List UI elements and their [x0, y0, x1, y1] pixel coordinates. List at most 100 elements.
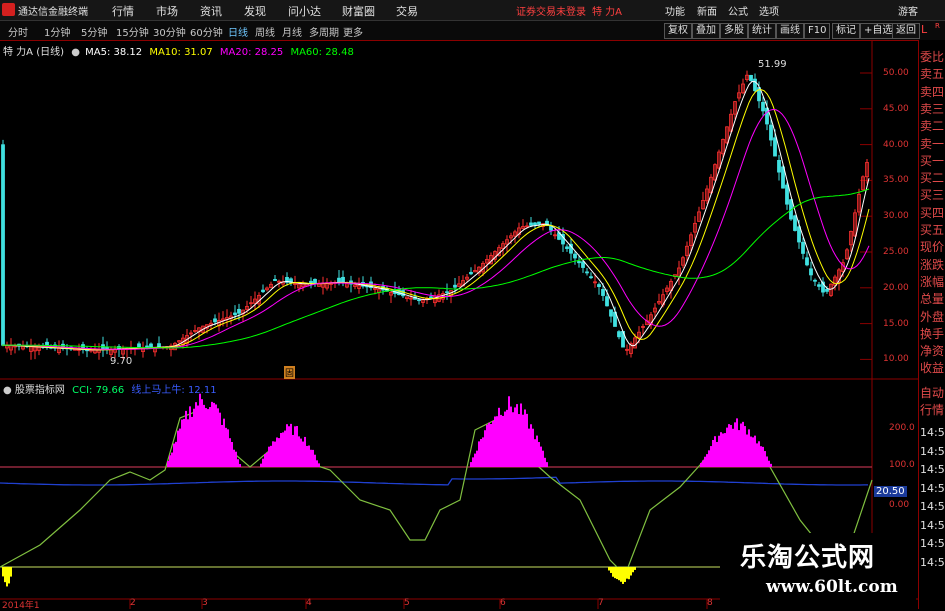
cci-high-bar: [492, 421, 494, 467]
cci-high-bar: [203, 404, 205, 467]
cci-high-bar: [524, 409, 526, 467]
multi-stock-button[interactable]: 多股: [720, 23, 748, 39]
period-tab-more[interactable]: 更多: [343, 24, 363, 39]
guest-label[interactable]: 游客: [898, 3, 918, 18]
cci-high-bar: [500, 414, 502, 467]
candle-body: [585, 271, 589, 274]
cci-high-bar: [758, 441, 760, 467]
cci-high-bar: [722, 433, 724, 467]
period-tab[interactable]: 周线: [255, 24, 275, 39]
sidebar-auto-label[interactable]: 自动: [920, 386, 944, 400]
cci-high-bar: [308, 445, 310, 467]
sidebar-label: 外盘: [920, 309, 945, 324]
kline-chart[interactable]: [0, 40, 918, 609]
cci-high-bar: [708, 450, 710, 467]
menu-item-market[interactable]: 市场: [156, 3, 178, 19]
sidebar-time: 14:56: [920, 555, 945, 569]
candle-body: [617, 331, 621, 338]
cci-high-bar: [510, 406, 512, 467]
back-button[interactable]: 返回: [892, 23, 920, 39]
period-tab[interactable]: 60分钟: [190, 24, 223, 39]
cci-high-bar: [474, 453, 476, 467]
cci-high-bar: [231, 442, 233, 467]
candle-body: [749, 74, 753, 81]
add-favorite-button[interactable]: +自选: [860, 23, 897, 39]
period-tab[interactable]: 30分钟: [153, 24, 186, 39]
f10-button[interactable]: F10: [804, 23, 831, 39]
ma10-line: [2, 89, 870, 351]
sidebar-label: 净资: [920, 344, 945, 359]
cci-high-bar: [191, 416, 193, 467]
cci-high-bar: [742, 421, 744, 467]
cci-high-bar: [264, 454, 266, 467]
cci-high-bar: [712, 440, 714, 467]
low-label: 9.70: [110, 356, 133, 367]
cci-high-bar: [229, 438, 231, 467]
cci-low-bar: [4, 567, 6, 583]
period-tab[interactable]: 15分钟: [116, 24, 149, 39]
cci-high-bar: [260, 463, 262, 467]
sidebar-r-icon[interactable]: R: [935, 22, 940, 30]
menu-item-newpage[interactable]: 新面: [697, 3, 717, 18]
overlay-button[interactable]: 叠加: [692, 23, 720, 39]
period-tab[interactable]: 5分钟: [81, 24, 107, 39]
candle-body: [537, 221, 541, 225]
period-tab[interactable]: 1分钟: [44, 24, 70, 39]
watermark: 乐淘公式网 www.60lt.com: [720, 533, 916, 609]
stats-button[interactable]: 统计: [748, 23, 776, 39]
y-tick-label: 45.00: [883, 103, 909, 114]
menu-item-discover[interactable]: 发现: [244, 3, 266, 19]
menu-item-options[interactable]: 选项: [759, 3, 779, 18]
cci-high-bar: [542, 450, 544, 467]
y-tick-label: 40.00: [883, 139, 909, 150]
period-tab[interactable]: 分时: [8, 24, 28, 39]
cci-high-bar: [290, 423, 292, 467]
watermark-url: www.60lt.com: [766, 577, 898, 597]
sidebar-auto-label[interactable]: 行情: [920, 403, 944, 417]
cci-high-bar: [488, 422, 490, 467]
candle-body: [605, 296, 609, 307]
cci-high-bar: [298, 436, 300, 467]
cci-low-bar: [626, 567, 628, 579]
menu-item-formula[interactable]: 公式: [728, 3, 748, 18]
sidebar-label: 卖五: [920, 67, 945, 82]
candle-body: [401, 290, 405, 297]
indicator-settings-icon[interactable]: ●: [3, 385, 12, 396]
high-label: 51.99: [758, 59, 787, 70]
cci-high-bar: [704, 456, 706, 467]
menu-item-quotes[interactable]: 行情: [112, 3, 134, 19]
candle-body: [761, 101, 765, 112]
cci-high-bar: [502, 415, 504, 467]
cci-high-bar: [268, 446, 270, 467]
draw-line-button[interactable]: 画线: [776, 23, 804, 39]
menu-item-trade[interactable]: 交易: [396, 3, 418, 19]
cci-high-bar: [201, 399, 203, 467]
cci-high-bar: [314, 454, 316, 467]
sidebar-time: 14:56: [920, 481, 945, 495]
cci-high-bar: [207, 409, 209, 467]
sidebar-l-icon[interactable]: L: [921, 23, 927, 36]
login-notice[interactable]: 证券交易未登录: [516, 3, 586, 18]
signal-marker[interactable]: 固: [284, 366, 296, 379]
x-tick-label: 7: [598, 598, 604, 608]
menu-item-xiaoda[interactable]: 问小达: [288, 3, 321, 19]
mark-button[interactable]: 标记: [832, 23, 860, 39]
menu-item-function[interactable]: 功能: [665, 3, 685, 18]
indicator-title[interactable]: 股票指标网: [15, 385, 65, 396]
period-tab[interactable]: 多周期: [309, 24, 339, 39]
cci-high-bar: [470, 462, 472, 467]
cci-high-bar: [508, 396, 510, 467]
candle-body: [453, 284, 457, 288]
candle-body: [273, 278, 277, 282]
candle-body: [801, 241, 805, 254]
menu-item-wealth[interactable]: 财富圈: [342, 3, 375, 19]
cci-high-bar: [233, 449, 235, 467]
sidebar-label: 买四: [920, 205, 945, 220]
sidebar-time: 14:56: [920, 444, 945, 458]
fuquan-button[interactable]: 复权: [664, 23, 692, 39]
period-tab-active[interactable]: 日线: [228, 24, 248, 39]
menu-item-news[interactable]: 资讯: [200, 3, 222, 19]
period-tab[interactable]: 月线: [282, 24, 302, 39]
y-tick-label: 10.00: [883, 354, 909, 365]
x-tick-label: 4: [306, 598, 312, 608]
